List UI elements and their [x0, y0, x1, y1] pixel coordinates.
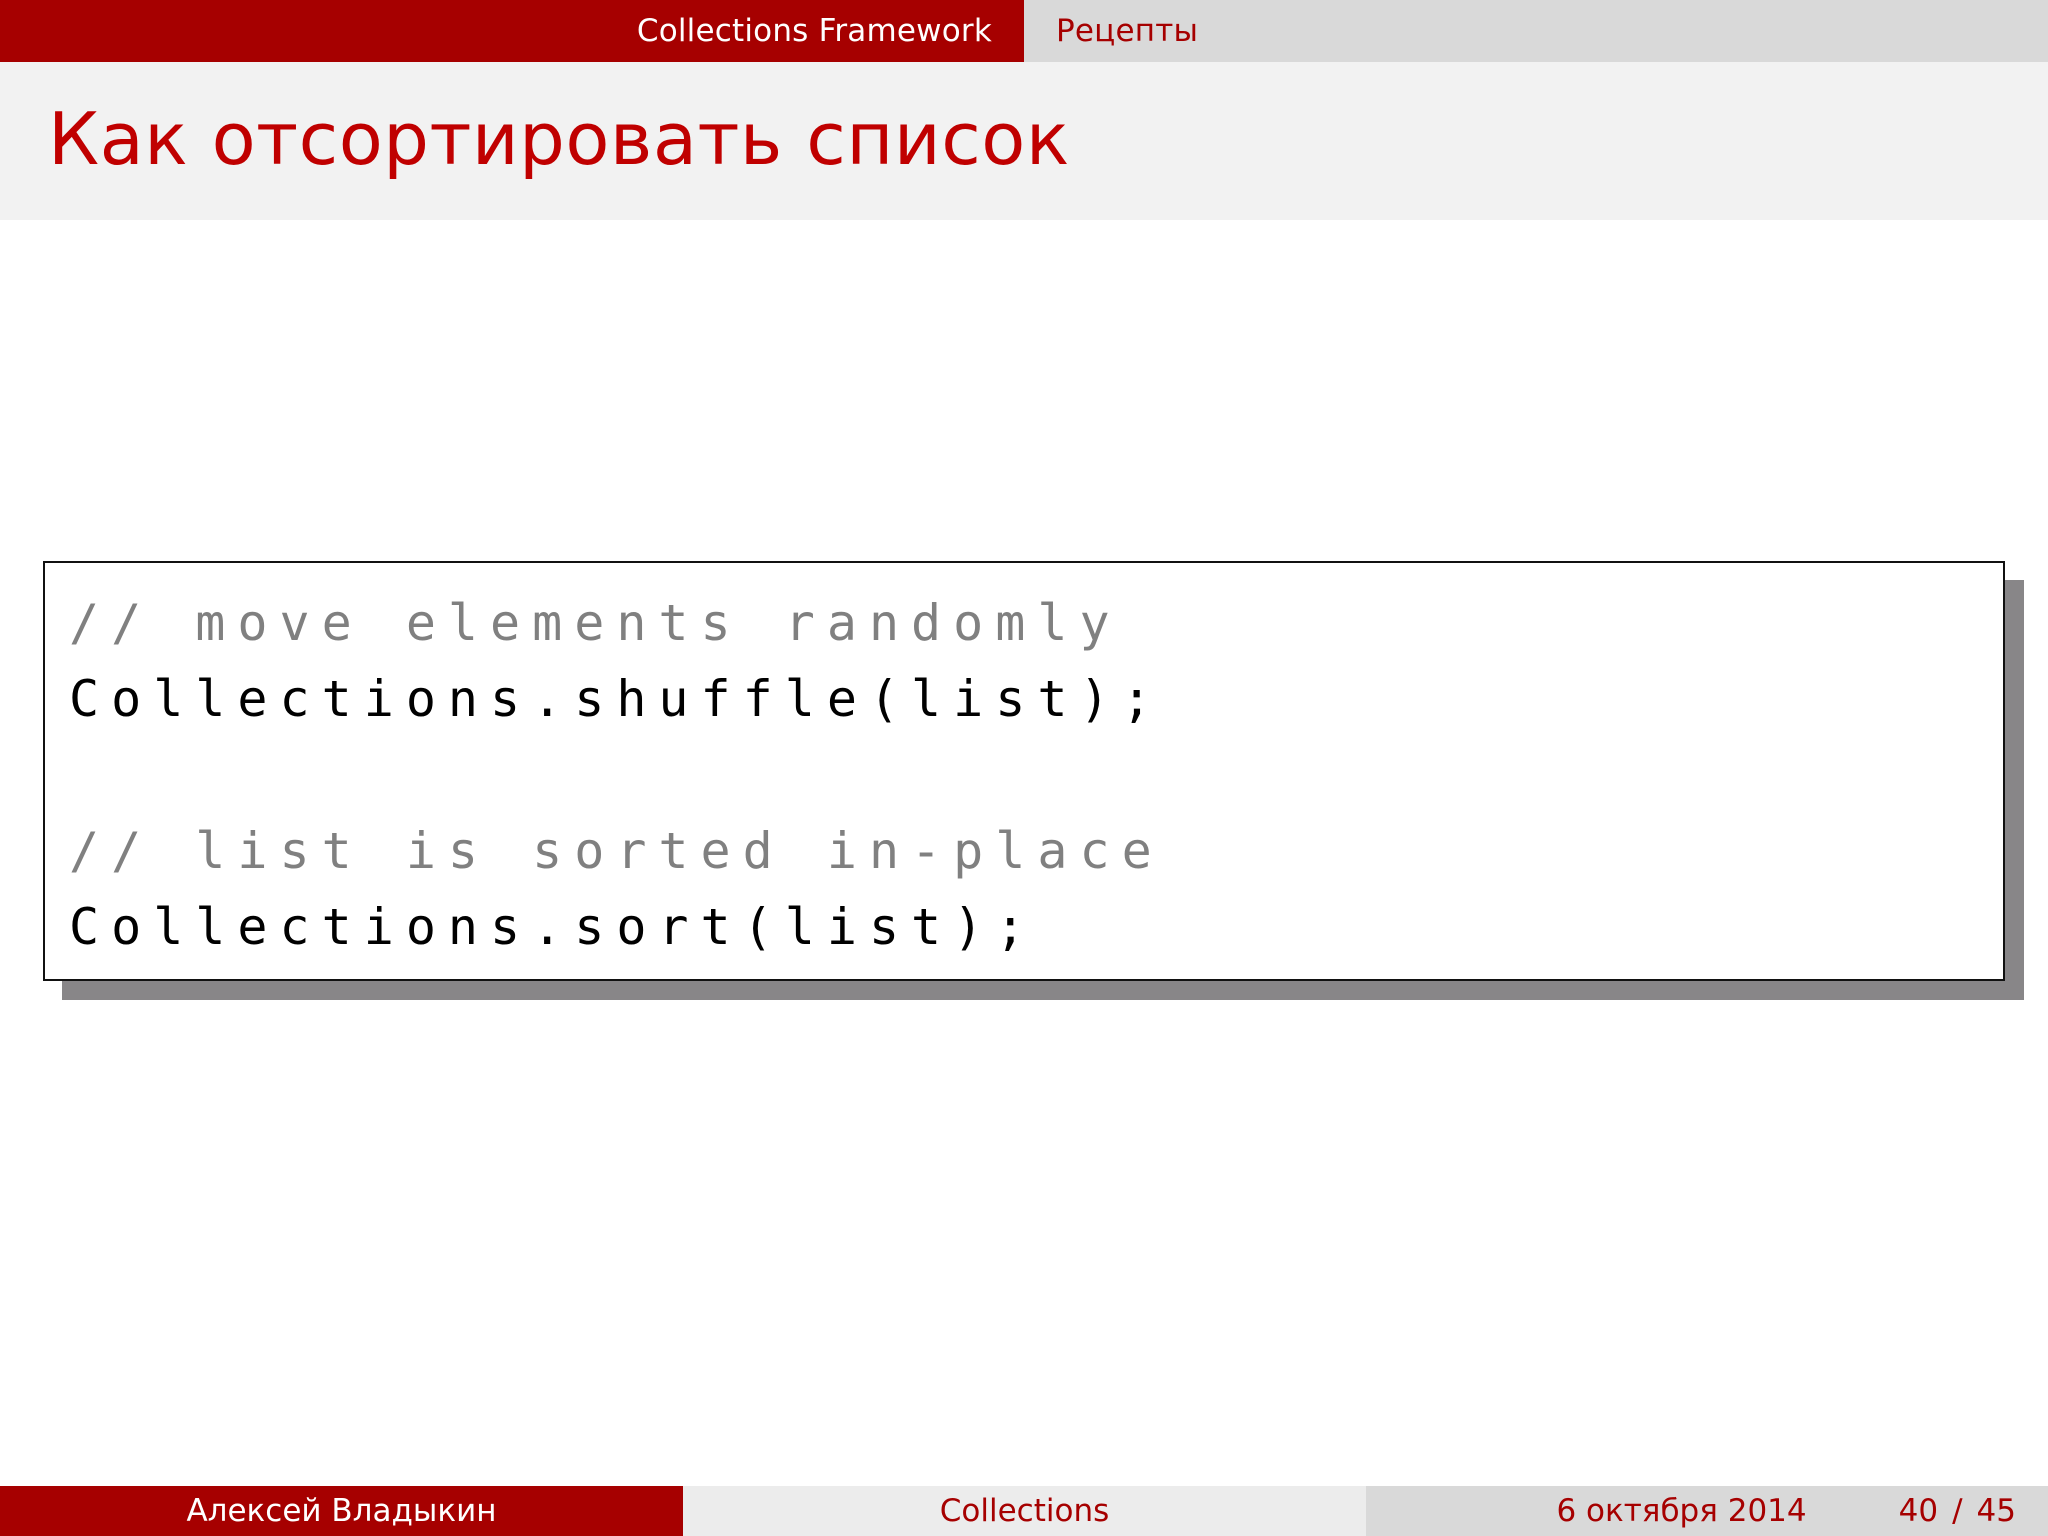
- footer-page-current: 40: [1898, 1493, 1939, 1529]
- code-block: // move elements randomly Collections.sh…: [43, 561, 2005, 981]
- nav-subsection-link[interactable]: Рецепты: [1056, 13, 1198, 49]
- nav-subsection-area: Рецепты: [1024, 0, 2048, 62]
- nav-section-link[interactable]: Collections Framework: [637, 13, 992, 49]
- footer-bar: Алексей Владыкин Collections 6 октября 2…: [0, 1486, 2048, 1536]
- footer-page-separator: /: [1952, 1493, 1963, 1529]
- code-line-statement: Collections.sort(list);: [69, 898, 1038, 956]
- frame-title-bar: Как отсортировать список: [0, 62, 2048, 220]
- footer-date-page: 6 октября 2014 40 / 45: [1366, 1486, 2048, 1536]
- footer-date: 6 октября 2014: [1556, 1493, 1807, 1529]
- footer-author: Алексей Владыкин: [0, 1486, 683, 1536]
- code-line-statement: Collections.shuffle(list);: [69, 670, 1164, 728]
- code-line-comment: // move elements randomly: [69, 594, 1122, 652]
- frame-title: Как отсортировать список: [48, 97, 1070, 181]
- code-line-comment: // list is sorted in-place: [69, 822, 1164, 880]
- footer-short-title: Collections: [683, 1486, 1366, 1536]
- top-navigation-bar: Collections Framework Рецепты: [0, 0, 2048, 62]
- footer-page-total: 45: [1976, 1493, 2016, 1529]
- nav-section-area: Collections Framework: [0, 0, 1024, 62]
